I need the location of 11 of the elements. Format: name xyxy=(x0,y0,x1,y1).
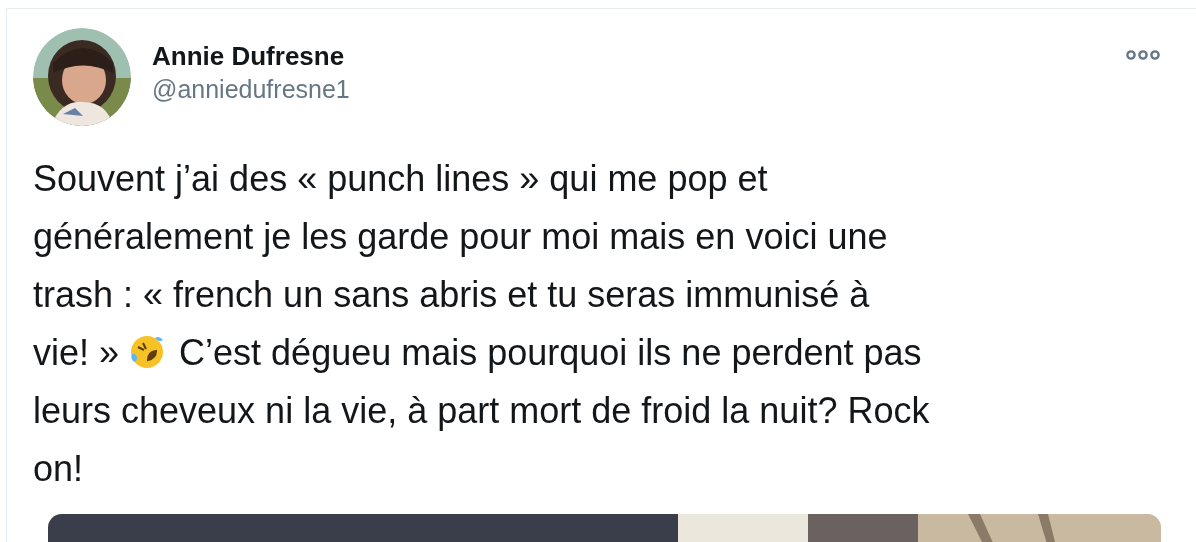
tweet-text: trash : « french un sans abris et tu seras immunisé à xyxy=(33,274,870,315)
more-options-icon[interactable] xyxy=(1126,50,1160,60)
tweet-text: C’est dégueu mais pourquoi ils ne perdent pas xyxy=(179,332,922,373)
tweet-text: Souvent j’ai des « punch lines » qui me pop et xyxy=(33,158,768,199)
tweet-text: généralement je les garde pour moi mais en voici une xyxy=(33,216,888,257)
tweet-text: leurs cheveux ni la vie, à part mort de froid la nuit? Rock xyxy=(33,390,930,431)
tweet-text: on! xyxy=(33,448,84,489)
author-name[interactable]: Annie Dufresne xyxy=(152,40,350,72)
tweet-text: vie! » xyxy=(33,332,120,373)
author-handle[interactable]: @anniedufresne1 xyxy=(152,72,350,106)
laughing-emoji-icon xyxy=(129,334,166,370)
